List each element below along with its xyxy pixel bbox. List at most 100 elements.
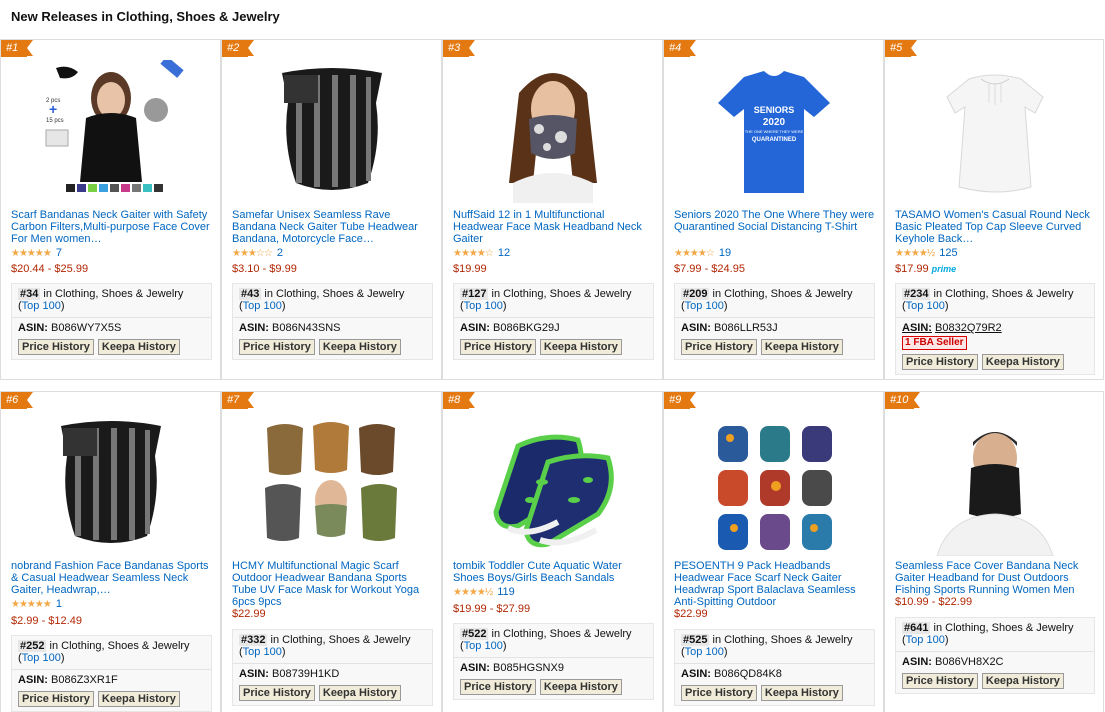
- product-image[interactable]: [915, 60, 1075, 205]
- product-image[interactable]: SENIORS 2020 THE ONE WHERE THEY WERE QUA…: [694, 60, 854, 205]
- price-history-button[interactable]: Price History: [460, 339, 536, 355]
- product-title-link[interactable]: Seamless Face Cover Bandana Neck Gaiter …: [895, 560, 1095, 596]
- star-rating[interactable]: ★★★★½ 125: [895, 247, 958, 259]
- review-count[interactable]: 2: [277, 247, 283, 259]
- asin-value: B086VH8X2C: [935, 656, 1004, 668]
- price: $17.99: [895, 263, 929, 275]
- product-image[interactable]: [915, 412, 1075, 560]
- keepa-history-button[interactable]: Keepa History: [981, 673, 1064, 689]
- price: $19.99: [453, 263, 487, 275]
- rank-category: in Clothing, Shoes & Jewelry: [933, 288, 1074, 300]
- shirt-text: QUARANTINED: [752, 137, 797, 143]
- rank-category: in Clothing, Shoes & Jewelry: [49, 640, 190, 652]
- top-100-link[interactable]: Top 100: [22, 300, 61, 312]
- sales-rank: #234: [902, 288, 931, 300]
- product-title-link[interactable]: tombik Toddler Cute Aquatic Water Shoes …: [453, 560, 654, 584]
- star-rating[interactable]: ★★★★½ 119: [453, 586, 515, 598]
- review-count[interactable]: 125: [939, 247, 957, 259]
- product-title-link[interactable]: NuffSaid 12 in 1 Multifunctional Headwea…: [453, 209, 654, 245]
- top-100-link[interactable]: Top 100: [243, 646, 282, 658]
- product-image[interactable]: [31, 412, 191, 560]
- keepa-history-button[interactable]: Keepa History: [318, 339, 401, 355]
- product-image[interactable]: [252, 60, 412, 205]
- review-count[interactable]: 119: [497, 586, 515, 598]
- sales-rank: #209: [681, 288, 710, 300]
- asin-value: B086WY7X5S: [51, 322, 122, 334]
- product-title-link[interactable]: PESOENTH 9 Pack Headbands Headwear Face …: [674, 560, 875, 608]
- price-history-button[interactable]: Price History: [681, 339, 757, 355]
- product-title-link[interactable]: HCMY Multifunctional Magic Scarf Outdoor…: [232, 560, 433, 608]
- star-rating[interactable]: ★★★★☆ 19: [674, 247, 731, 259]
- price: $22.99: [232, 608, 266, 620]
- rank-category: in Clothing, Shoes & Jewelry: [43, 288, 184, 300]
- asin-label: ASIN:: [18, 322, 48, 334]
- top-100-link[interactable]: Top 100: [464, 640, 503, 652]
- price-history-button[interactable]: Price History: [239, 339, 315, 355]
- rank-badge: #3: [443, 40, 475, 57]
- info-box: #209 in Clothing, Shoes & Jewelry (Top 1…: [674, 283, 875, 360]
- product-title-link[interactable]: Seniors 2020 The One Where They were Qua…: [674, 209, 875, 233]
- product-title-link[interactable]: nobrand Fashion Face Bandanas Sports & C…: [11, 560, 212, 596]
- price-history-button[interactable]: Price History: [18, 339, 94, 355]
- price-history-button[interactable]: Price History: [902, 354, 978, 370]
- review-count[interactable]: 12: [498, 247, 510, 259]
- keepa-history-button[interactable]: Keepa History: [318, 685, 401, 701]
- asin-value: B08739H1KD: [272, 668, 340, 680]
- price: $19.99 - $27.99: [453, 603, 531, 615]
- top-100-link[interactable]: Top 100: [906, 634, 945, 646]
- product-image[interactable]: [694, 412, 854, 560]
- product-card: #6 nobrand Fashion Face Bandanas Sports …: [0, 391, 221, 712]
- star-rating[interactable]: ★★★★★ 1: [11, 598, 62, 610]
- keepa-history-button[interactable]: Keepa History: [539, 679, 622, 695]
- price-history-button[interactable]: Price History: [18, 691, 94, 707]
- price-history-button[interactable]: Price History: [460, 679, 536, 695]
- product-image[interactable]: [473, 60, 633, 205]
- star-rating[interactable]: ★★★☆☆ 2: [232, 247, 283, 259]
- fba-seller-badge[interactable]: 1 FBA Seller: [902, 336, 967, 350]
- sales-rank: #127: [460, 288, 489, 300]
- top-100-link[interactable]: Top 100: [685, 300, 724, 312]
- rank-category: in Clothing, Shoes & Jewelry: [712, 634, 853, 646]
- product-image[interactable]: 2 pcs + 15 pcs: [31, 60, 191, 205]
- review-count[interactable]: 1: [56, 598, 62, 610]
- info-box: #641 in Clothing, Shoes & Jewelry (Top 1…: [895, 617, 1095, 694]
- asin-value: B086BKG29J: [493, 322, 560, 334]
- sales-rank: #525: [681, 634, 710, 646]
- shirt-text: SENIORS: [754, 105, 795, 115]
- review-count[interactable]: 19: [719, 247, 731, 259]
- shirt-text: THE ONE WHERE THEY WERE: [745, 129, 804, 134]
- keepa-history-button[interactable]: Keepa History: [97, 339, 180, 355]
- top-100-link[interactable]: Top 100: [243, 300, 282, 312]
- product-row: #6 nobrand Fashion Face Bandanas Sports …: [0, 391, 1104, 712]
- rank-category: in Clothing, Shoes & Jewelry: [491, 288, 632, 300]
- asin-value: B086N43SNS: [272, 322, 341, 334]
- keepa-history-button[interactable]: Keepa History: [760, 685, 843, 701]
- rank-category: in Clothing, Shoes & Jewelry: [933, 622, 1074, 634]
- keepa-history-button[interactable]: Keepa History: [97, 691, 180, 707]
- asin-value: B085HGSNX9: [493, 662, 564, 674]
- product-image[interactable]: [473, 412, 633, 560]
- top-100-link[interactable]: Top 100: [906, 300, 945, 312]
- keepa-history-button[interactable]: Keepa History: [539, 339, 622, 355]
- product-title-link[interactable]: Samefar Unisex Seamless Rave Bandana Nec…: [232, 209, 433, 245]
- price: $10.99 - $22.99: [895, 596, 973, 608]
- top-100-link[interactable]: Top 100: [464, 300, 503, 312]
- star-rating[interactable]: ★★★★★ 7: [11, 247, 62, 259]
- review-count[interactable]: 7: [56, 247, 62, 259]
- price-history-button[interactable]: Price History: [902, 673, 978, 689]
- asin-label: ASIN:: [239, 668, 269, 680]
- product-title-link[interactable]: TASAMO Women's Casual Round Neck Basic P…: [895, 209, 1095, 245]
- asin-label: ASIN:: [460, 322, 490, 334]
- product-title-link[interactable]: Scarf Bandanas Neck Gaiter with Safety C…: [11, 209, 212, 245]
- price-history-button[interactable]: Price History: [239, 685, 315, 701]
- top-100-link[interactable]: Top 100: [685, 646, 724, 658]
- price-history-button[interactable]: Price History: [681, 685, 757, 701]
- keepa-history-button[interactable]: Keepa History: [760, 339, 843, 355]
- top-100-link[interactable]: Top 100: [22, 652, 61, 664]
- product-row: #1 2 pcs + 15 pcs Scarf Bandanas Neck Ga…: [0, 39, 1104, 380]
- star-rating[interactable]: ★★★★☆ 12: [453, 247, 510, 259]
- rank-category: in Clothing, Shoes & Jewelry: [491, 628, 632, 640]
- product-image[interactable]: [252, 412, 412, 560]
- rank-badge: #4: [664, 40, 696, 57]
- keepa-history-button[interactable]: Keepa History: [981, 354, 1064, 370]
